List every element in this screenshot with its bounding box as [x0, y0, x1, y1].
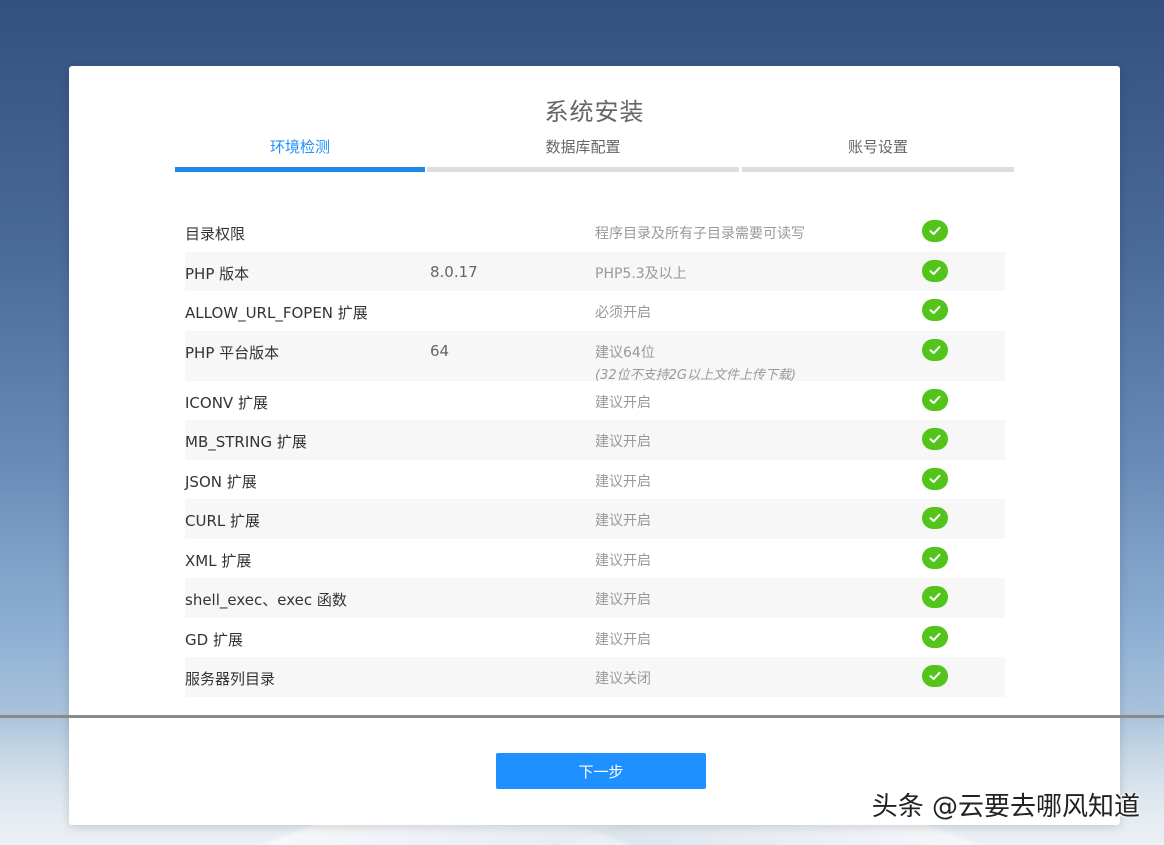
check-requirement: 建议开启	[595, 471, 651, 491]
tab-database-config[interactable]: 数据库配置	[427, 136, 739, 172]
install-panel: 系统安装 环境检测 数据库配置 账号设置 目录权限 程序目录及所有子目录需要可读写…	[69, 66, 1120, 825]
requirement-text: 建议开启	[595, 552, 651, 569]
check-ok-icon	[922, 507, 948, 529]
check-name: MB_STRING 扩展	[185, 433, 307, 451]
tab-label: 数据库配置	[545, 138, 621, 156]
check-name: 服务器列目录	[185, 670, 276, 688]
check-ok-icon	[922, 586, 948, 608]
requirement-text: 必须开启	[595, 305, 651, 321]
check-name: shell_exec、exec 函数	[185, 591, 347, 609]
table-row: ICONV 扩展 建议开启	[185, 381, 1005, 421]
check-ok-icon	[922, 388, 948, 411]
check-name: XML 扩展	[185, 551, 252, 570]
requirement-text: 建议关闭	[595, 671, 651, 687]
requirement-text: 建议开启	[595, 434, 651, 450]
requirement-text: 建议开启	[595, 513, 651, 529]
check-requirement: 建议开启	[595, 589, 651, 609]
check-requirement: 必须开启	[595, 302, 651, 322]
requirement-text: 建议64位	[595, 344, 655, 361]
tab-environment-check[interactable]: 环境检测	[175, 136, 425, 172]
divider-line	[0, 715, 1164, 718]
check-name: CURL 扩展	[185, 512, 261, 530]
step-tabs: 环境检测 数据库配置 账号设置	[175, 136, 1014, 172]
check-ok-icon	[922, 625, 948, 648]
check-requirement: PHP5.3及以上	[595, 263, 687, 283]
check-ok-icon	[922, 259, 948, 282]
check-name: ALLOW_URL_FOPEN 扩展	[185, 304, 368, 322]
check-name: PHP 平台版本	[185, 343, 280, 362]
check-requirement: 建议关闭	[595, 668, 651, 688]
requirement-text: PHP5.3及以上	[595, 265, 687, 282]
environment-check-list: 目录权限 程序目录及所有子目录需要可读写 PHP 版本 8.0.17 PHP5.3及以上…	[185, 212, 1005, 697]
check-requirement: 程序目录及所有子目录需要可读写	[595, 223, 805, 243]
check-name: GD 扩展	[185, 630, 243, 649]
check-name: 目录权限	[185, 225, 246, 243]
table-row: 服务器列目录 建议关闭	[185, 657, 1005, 697]
requirement-text: 建议开启	[595, 592, 651, 608]
check-requirement: 建议开启	[595, 392, 651, 412]
check-value: 8.0.17	[430, 262, 478, 281]
check-requirement: 建议开启	[595, 629, 651, 649]
check-ok-icon	[922, 220, 948, 242]
check-ok-icon	[922, 467, 948, 490]
table-row: PHP 平台版本 64 建议64位 (32位不支持2G以上文件上传下载)	[185, 330, 1005, 383]
table-row: shell_exec、exec 函数 建议开启	[185, 578, 1005, 618]
requirement-text: 建议开启	[595, 631, 651, 648]
step-progress-bar	[175, 167, 425, 172]
check-requirement: 建议开启	[595, 431, 651, 451]
check-ok-icon	[922, 299, 948, 321]
table-row: PHP 版本 8.0.17 PHP5.3及以上	[185, 251, 1005, 291]
check-name: PHP 版本	[185, 264, 250, 283]
check-requirement: 建议64位 (32位不支持2G以上文件上传下载)	[595, 342, 796, 383]
table-row: CURL 扩展 建议开启	[185, 499, 1005, 539]
tab-label: 账号设置	[847, 138, 908, 156]
table-row: MB_STRING 扩展 建议开启	[185, 420, 1005, 460]
requirement-text: 建议开启	[595, 473, 651, 490]
table-row: ALLOW_URL_FOPEN 扩展 必须开启	[185, 291, 1005, 331]
table-row: 目录权限 程序目录及所有子目录需要可读写	[185, 212, 1005, 252]
step-progress-bar	[742, 167, 1014, 172]
step-progress-bar	[427, 167, 739, 172]
check-requirement: 建议开启	[595, 550, 651, 570]
table-row: JSON 扩展 建议开启	[185, 460, 1005, 500]
check-ok-icon	[922, 338, 948, 361]
requirement-text: 程序目录及所有子目录需要可读写	[595, 226, 805, 242]
page-title: 系统安装	[544, 98, 645, 126]
check-ok-icon	[922, 665, 948, 687]
check-requirement: 建议开启	[595, 510, 651, 530]
check-ok-icon	[922, 428, 948, 450]
watermark-text: 头条 @云要去哪风知道	[871, 792, 1140, 822]
check-value: 64	[430, 341, 450, 360]
next-step-button[interactable]: 下一步	[496, 753, 706, 789]
table-row: GD 扩展 建议开启	[185, 618, 1005, 658]
table-row: XML 扩展 建议开启	[185, 539, 1005, 579]
check-name: ICONV 扩展	[185, 393, 268, 412]
check-name: JSON 扩展	[185, 472, 257, 491]
check-ok-icon	[922, 546, 948, 569]
tab-label: 环境检测	[269, 138, 330, 156]
requirement-text: 建议开启	[595, 394, 651, 411]
tab-account-settings[interactable]: 账号设置	[742, 136, 1014, 172]
